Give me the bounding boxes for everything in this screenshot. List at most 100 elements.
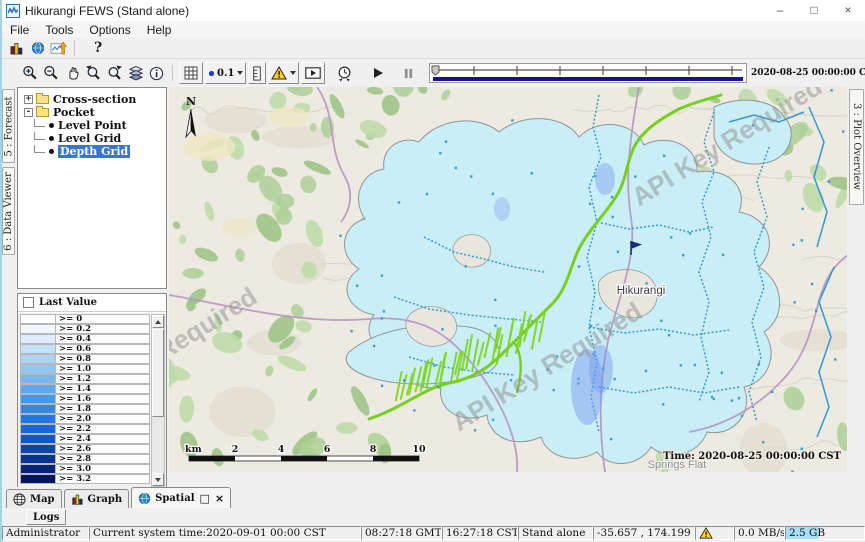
tree-item-label: Level Grid bbox=[58, 132, 121, 145]
status-warning-cell[interactable] bbox=[695, 526, 734, 540]
animation-panel-button[interactable] bbox=[301, 62, 325, 84]
tab-maximize-icon[interactable]: □ bbox=[200, 492, 210, 505]
scrollbar-thumb[interactable] bbox=[152, 329, 164, 417]
legend-color-swatch bbox=[20, 384, 56, 394]
layer-tree: + Cross-section - Pocket Level Point bbox=[17, 87, 167, 289]
legend-color-swatch bbox=[20, 314, 56, 324]
current-time-label: 2020-08-25 00:00:00 CST bbox=[751, 68, 865, 78]
map-view[interactable]: API Key Required API Key Required API Ke… bbox=[169, 87, 848, 487]
legend-color-swatch bbox=[20, 394, 56, 404]
tree-connector bbox=[34, 119, 45, 127]
collapse-icon[interactable]: - bbox=[24, 108, 33, 117]
last-value-checkbox[interactable] bbox=[23, 297, 34, 308]
tab-data-viewer[interactable]: 6 : Data Viewer bbox=[2, 167, 15, 255]
pause-icon[interactable] bbox=[398, 64, 419, 82]
menu-tools[interactable]: Tools bbox=[37, 23, 81, 37]
tree-item-depth-grid[interactable]: Depth Grid bbox=[24, 145, 166, 157]
map-display-icon[interactable] bbox=[27, 39, 48, 57]
status-coordinates: -35.657 , 174.199 bbox=[593, 526, 695, 540]
contour-interval-dropdown[interactable]: 0.1 bbox=[205, 62, 246, 84]
legend-row[interactable]: >= 2.8 bbox=[20, 454, 150, 464]
pan-icon[interactable] bbox=[62, 64, 83, 82]
legend-color-swatch bbox=[20, 474, 56, 484]
last-value-label: Last Value bbox=[39, 297, 97, 308]
layers-icon[interactable] bbox=[125, 64, 146, 82]
legend-row[interactable]: >= 3.0 bbox=[20, 464, 150, 474]
help-icon[interactable]: ? bbox=[94, 40, 102, 56]
legend-row[interactable]: >= 2.4 bbox=[20, 434, 150, 444]
tab-spatial[interactable]: Spatial □ × bbox=[131, 487, 231, 508]
legend-value: >= 1.2 bbox=[56, 374, 150, 384]
scroll-up-button[interactable] bbox=[152, 315, 164, 328]
tab-close-icon[interactable]: × bbox=[215, 492, 224, 505]
legend-row[interactable]: >= 0.2 bbox=[20, 324, 150, 334]
tab-plot-overview[interactable]: 3 : Plot Overview bbox=[849, 89, 864, 205]
zoom-in-icon[interactable] bbox=[20, 64, 41, 82]
menu-file[interactable]: File bbox=[2, 23, 37, 37]
legend-row[interactable]: >= 2.6 bbox=[20, 444, 150, 454]
spatial-display-icon[interactable] bbox=[48, 39, 69, 57]
tree-item-label-selected: Depth Grid bbox=[58, 145, 130, 158]
zoom-previous-icon[interactable] bbox=[83, 64, 104, 82]
minimize-button[interactable]: – bbox=[763, 0, 797, 21]
tree-item-cross-section[interactable]: + Cross-section bbox=[24, 93, 166, 105]
legend-color-swatch bbox=[20, 444, 56, 454]
window-title: Hikurangi FEWS (Stand alone) bbox=[25, 4, 189, 18]
tab-map[interactable]: Map bbox=[6, 489, 62, 508]
legend-row[interactable]: >= 0.4 bbox=[20, 334, 150, 344]
legend-row[interactable]: >= 1.4 bbox=[20, 384, 150, 394]
legend-row[interactable]: >= 1.2 bbox=[20, 374, 150, 384]
legend-value: >= 2.6 bbox=[56, 444, 150, 454]
warnings-dropdown-button[interactable] bbox=[268, 62, 299, 84]
zoom-out-icon[interactable] bbox=[41, 64, 62, 82]
legend-row[interactable]: >= 1.8 bbox=[20, 404, 150, 414]
legend-color-swatch bbox=[20, 364, 56, 374]
legend-color-swatch bbox=[20, 464, 56, 474]
arrow-down-icon bbox=[155, 478, 161, 482]
left-tab-strip: 5 : Forecast 6 : Data Viewer bbox=[2, 87, 16, 487]
close-button[interactable]: × bbox=[831, 0, 865, 21]
logs-button[interactable]: Logs bbox=[26, 509, 66, 525]
legend-row[interactable]: >= 1.6 bbox=[20, 394, 150, 404]
tree-connector bbox=[34, 132, 45, 140]
tree-item-level-grid[interactable]: Level Grid bbox=[24, 132, 166, 144]
north-label: N bbox=[186, 95, 196, 108]
legend-value: >= 2.2 bbox=[56, 424, 150, 434]
legend-row[interactable]: >= 0.8 bbox=[20, 354, 150, 364]
time-slider[interactable] bbox=[429, 63, 747, 83]
contour-interval-value: 0.1 bbox=[217, 68, 234, 79]
maximize-button[interactable]: □ bbox=[797, 0, 831, 21]
scale-tick-label: 6 bbox=[324, 444, 331, 455]
legend-row[interactable]: >= 2.2 bbox=[20, 424, 150, 434]
tree-item-label: Level Point bbox=[58, 119, 127, 132]
app-logo-icon bbox=[6, 4, 20, 18]
tab-graph[interactable]: Graph bbox=[64, 489, 130, 508]
tree-connector bbox=[34, 145, 45, 153]
legend-row[interactable]: >= 0.6 bbox=[20, 344, 150, 354]
database-display-icon[interactable] bbox=[6, 39, 27, 57]
bullet-icon bbox=[49, 136, 54, 141]
legend-scrollbar[interactable] bbox=[151, 314, 165, 487]
set-time-icon[interactable] bbox=[334, 64, 355, 82]
scale-tick-label: 8 bbox=[370, 444, 377, 455]
zoom-next-icon[interactable] bbox=[104, 64, 125, 82]
legend-row[interactable]: >= 3.2 bbox=[20, 474, 150, 484]
legend-row[interactable]: >= 0 bbox=[20, 314, 150, 324]
ruler-toggle-button[interactable] bbox=[248, 62, 266, 84]
last-value-row: Last Value bbox=[18, 294, 166, 312]
main-toolbar: ? bbox=[2, 38, 865, 58]
right-tab-strip: 3 : Plot Overview bbox=[847, 87, 865, 487]
tree-item-pocket[interactable]: - Pocket bbox=[24, 106, 166, 118]
info-icon[interactable] bbox=[146, 64, 167, 82]
legend-value: >= 1.4 bbox=[56, 384, 150, 394]
scroll-down-button[interactable] bbox=[152, 473, 164, 486]
menu-options[interactable]: Options bbox=[81, 23, 138, 37]
tab-forecast[interactable]: 5 : Forecast bbox=[2, 89, 15, 163]
expand-icon[interactable]: + bbox=[24, 95, 33, 104]
legend-row[interactable]: >= 2.0 bbox=[20, 414, 150, 424]
menu-help[interactable]: Help bbox=[139, 23, 180, 37]
tree-item-level-point[interactable]: Level Point bbox=[24, 119, 166, 131]
grid-toggle-button[interactable] bbox=[179, 62, 203, 84]
play-icon[interactable] bbox=[367, 64, 388, 82]
legend-row[interactable]: >= 1.0 bbox=[20, 364, 150, 374]
